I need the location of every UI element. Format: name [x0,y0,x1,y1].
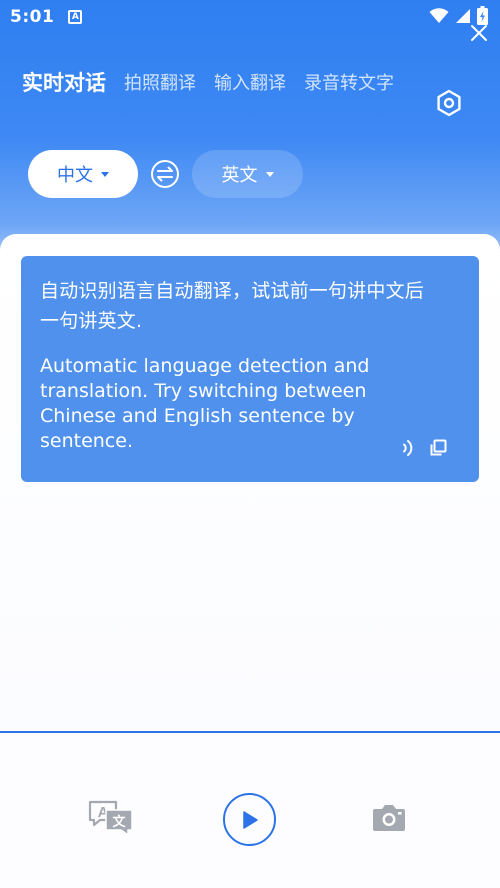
language-selector-row: 中文 英文 [28,150,488,200]
hint-english-text: Automatic language detection and transla… [40,355,370,452]
tab-input-translate[interactable]: 输入翻译 [214,69,286,95]
chevron-down-icon [265,171,274,177]
tab-realtime-dialogue[interactable]: 实时对话 [22,67,106,97]
tab-photo-translate[interactable]: 拍照翻译 [124,69,196,95]
a-badge-icon: A [68,10,83,24]
translate-icon[interactable]: A 文 [88,798,136,838]
chevron-down-icon [101,171,109,177]
source-language-dropdown[interactable]: 中文 [28,150,138,198]
source-language-label: 中文 [57,165,93,186]
target-language-label: 英文 [221,165,258,186]
close-icon[interactable] [468,22,490,44]
play-button[interactable] [223,793,276,846]
tab-recording-to-text[interactable]: 录音转文字 [304,69,394,95]
swap-arrows-icon[interactable] [150,159,180,189]
wifi-icon [429,7,449,23]
svg-text:文: 文 [112,814,126,830]
settings-button[interactable] [432,86,466,120]
copy-icon[interactable] [428,438,448,458]
camera-icon[interactable] [372,803,406,833]
speaker-icon[interactable] [400,437,416,459]
hexagon-settings-icon [437,89,461,117]
status-time: 5:01 [10,7,55,27]
hint-chinese-text: 自动识别语言自动翻译，试试前一句讲中文后一句讲英文. [40,280,425,332]
play-icon [242,810,258,829]
status-bar: 5:01 A [0,0,500,34]
target-language-dropdown[interactable]: 英文 [192,150,303,198]
mode-tabs: 实时对话 拍照翻译 输入翻译 录音转文字 [22,66,500,98]
